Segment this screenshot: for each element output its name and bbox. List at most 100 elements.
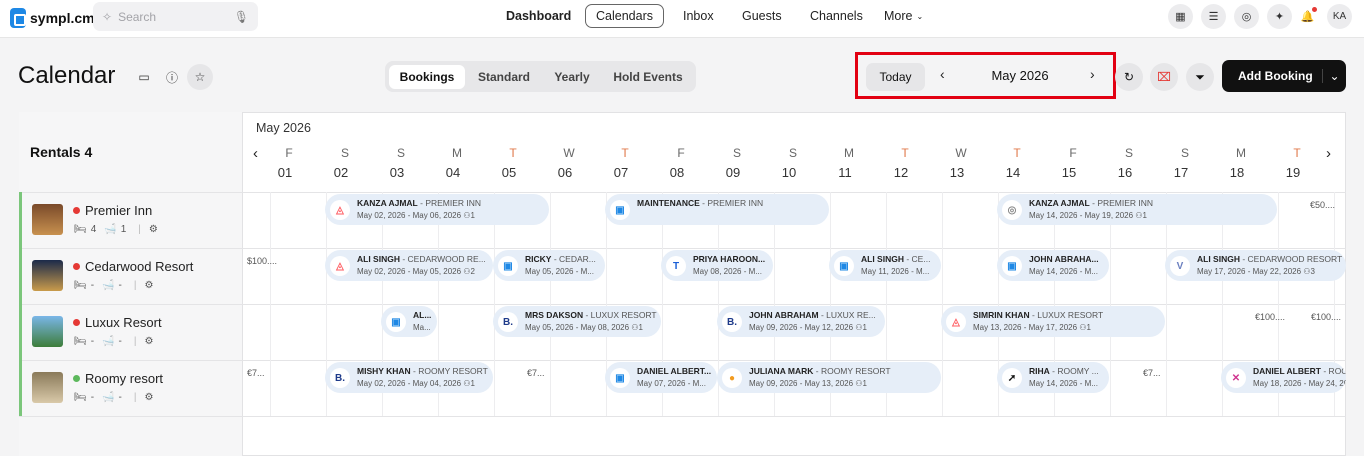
- search-input[interactable]: ✧ Search 🎙: [93, 2, 258, 31]
- booking-bar[interactable]: T PRIYA HAROON... May 08, 2026 - M...: [661, 250, 773, 281]
- day-number: 16: [1117, 165, 1133, 180]
- tab-bookings[interactable]: Bookings: [389, 65, 465, 89]
- booking-bar[interactable]: B. JOHN ABRAHAM - LUXUX RE... May 09, 20…: [717, 306, 885, 337]
- booking-bar[interactable]: ▣ AL... Ma...: [381, 306, 437, 337]
- nav-channels[interactable]: Channels: [810, 0, 863, 32]
- bell-icon[interactable]: 🔔: [1295, 4, 1320, 29]
- divider: |: [138, 224, 141, 235]
- microphone-icon[interactable]: 🎙: [234, 10, 249, 24]
- booking-title: ALI SINGH - CEDARWOOD RESORT: [1197, 254, 1342, 264]
- ai-sparkle-icon[interactable]: ✦: [1267, 4, 1292, 29]
- day-of-week: M: [844, 146, 854, 160]
- chevron-down-icon[interactable]: ⌄: [1322, 69, 1346, 83]
- guest-name: ALI SINGH: [357, 254, 400, 264]
- booking-bar[interactable]: B. MRS DAKSON - LUXUX RESORT May 05, 202…: [493, 306, 661, 337]
- user-avatar[interactable]: KA: [1327, 4, 1352, 29]
- day-column-line: [550, 192, 551, 416]
- date-range: May 02, 2026 - May 05, 2026: [357, 267, 462, 276]
- booking-bar[interactable]: ● JULIANA MARK - ROOMY RESORT May 09, 20…: [717, 362, 941, 393]
- row-divider: [19, 360, 1346, 361]
- booking-bar[interactable]: ▣ MAINTENANCE - PREMIER INN: [605, 194, 829, 225]
- rental-name[interactable]: Luxux Resort: [85, 315, 162, 330]
- booking-bar[interactable]: V ALI SINGH - CEDARWOOD RESORT May 17, 2…: [1165, 250, 1346, 281]
- day-of-week: W: [955, 146, 967, 160]
- tab-yearly[interactable]: Yearly: [543, 65, 601, 89]
- booking-bar[interactable]: B. MISHY KHAN - ROOMY RESORT May 02, 202…: [325, 362, 493, 393]
- day-of-week: W: [563, 146, 575, 160]
- row-divider: [19, 416, 1346, 417]
- star-icon[interactable]: ☆: [187, 64, 213, 90]
- rental-name[interactable]: Premier Inn: [85, 203, 152, 218]
- day-number: 08: [669, 165, 685, 180]
- app-logo[interactable]: sympl.cm: [10, 6, 95, 30]
- lock-icon: ▣: [610, 368, 630, 388]
- calendar-x-icon[interactable]: ⌧: [1150, 63, 1178, 91]
- day-number: 14: [1005, 165, 1021, 180]
- tab-standard[interactable]: Standard: [470, 65, 538, 89]
- beds-count: -: [90, 392, 95, 403]
- grid-prev-icon[interactable]: ‹: [253, 145, 258, 162]
- add-booking-button[interactable]: Add Booking ⌄: [1222, 60, 1346, 92]
- rental-name[interactable]: Roomy resort: [85, 371, 163, 386]
- rental-sub: - PREMIER INN: [1089, 198, 1154, 208]
- booking-title: ALI SINGH - CEDARWOOD RE...: [357, 254, 486, 264]
- booking-bar[interactable]: ✕ DANIEL ALBERT - ROC May 18, 2026 - May…: [1221, 362, 1346, 393]
- bath-icon: 🛁: [102, 280, 115, 291]
- day-number: 04: [445, 165, 461, 180]
- video-icon[interactable]: ▭: [133, 66, 155, 88]
- booking-bar[interactable]: ◬ SIMRIN KHAN - LUXUX RESORT May 13, 202…: [941, 306, 1165, 337]
- tab-hold-events[interactable]: Hold Events: [606, 65, 690, 89]
- booking-title: AL...: [413, 310, 431, 320]
- nav-more[interactable]: More ⌄: [884, 0, 923, 32]
- nav-inbox[interactable]: Inbox: [683, 0, 714, 32]
- filter-icon[interactable]: ⏷: [1186, 63, 1214, 91]
- day-of-week: M: [1236, 146, 1246, 160]
- rental-name[interactable]: Cedarwood Resort: [85, 259, 193, 274]
- booking-bar[interactable]: ▣ JOHN ABRAHA... May 14, 2026 - M...: [997, 250, 1109, 281]
- help-icon[interactable]: ⓘ: [161, 66, 183, 88]
- booking-bar[interactable]: ➚ RIHA - ROOMY ... May 14, 2026 - M...: [997, 362, 1109, 393]
- nav-dashboard[interactable]: Dashboard: [506, 0, 571, 32]
- booking-bar[interactable]: ▣ ALI SINGH - CE... May 11, 2026 - M...: [829, 250, 941, 281]
- day-of-week: F: [1069, 146, 1077, 160]
- arrow-icon: ➚: [1002, 368, 1022, 388]
- guest-name: ALI SINGH: [1197, 254, 1240, 264]
- refresh-icon[interactable]: ↻: [1115, 63, 1143, 91]
- booking-bar[interactable]: ◬ KANZA AJMAL - PREMIER INN May 02, 2026…: [325, 194, 549, 225]
- day-of-week: T: [1293, 146, 1301, 160]
- day-column-line: [270, 192, 271, 416]
- guest-name: JOHN ABRAHA...: [1029, 254, 1099, 264]
- calendar-icon[interactable]: ▦: [1168, 4, 1193, 29]
- booking-bar[interactable]: ▣ RICKY - CEDAR... May 05, 2026 - M...: [493, 250, 605, 281]
- nav-calendars[interactable]: Calendars: [585, 4, 664, 28]
- booking-bar[interactable]: ◬ ALI SINGH - CEDARWOOD RE... May 02, 20…: [325, 250, 493, 281]
- guest-name: JOHN ABRAHAM: [749, 310, 819, 320]
- booking-dates: May 18, 2026 - May 24, 20: [1253, 379, 1346, 388]
- guest-name: AL...: [413, 310, 432, 320]
- booking-bar[interactable]: ◎ KANZA AJMAL - PREMIER INN May 14, 2026…: [997, 194, 1277, 225]
- rental-thumbnail: [32, 204, 63, 235]
- bath-icon: 🛁: [102, 392, 115, 403]
- bath-icon: 🛁: [102, 336, 115, 347]
- baths-count: -: [118, 280, 122, 291]
- booking-bar[interactable]: ▣ DANIEL ALBERT... May 07, 2026 - M...: [605, 362, 717, 393]
- booking-title: RIHA - ROOMY ...: [1029, 366, 1099, 376]
- booking-dates: May 05, 2026 - M...: [525, 267, 594, 276]
- nav-guests[interactable]: Guests: [742, 0, 782, 32]
- day-column-line: [1110, 192, 1111, 416]
- booking-title: KANZA AJMAL - PREMIER INN: [1029, 198, 1153, 208]
- day-number: 11: [838, 165, 852, 180]
- bed-icon: 🛏: [74, 280, 87, 291]
- divider: |: [133, 280, 137, 291]
- guest-count: 1: [638, 323, 643, 332]
- guest-count: 1: [470, 211, 475, 220]
- list-search-icon[interactable]: ☰: [1201, 4, 1226, 29]
- baths-count: -: [118, 336, 122, 347]
- grid-next-icon[interactable]: ›: [1326, 145, 1331, 162]
- page-title: Calendar: [18, 62, 116, 89]
- sync-icon: ⚙: [144, 336, 154, 347]
- day-number: 06: [557, 165, 573, 180]
- status-dot: [73, 263, 80, 270]
- target-icon[interactable]: ◎: [1234, 4, 1259, 29]
- guest-name: SIMRIN KHAN: [973, 310, 1030, 320]
